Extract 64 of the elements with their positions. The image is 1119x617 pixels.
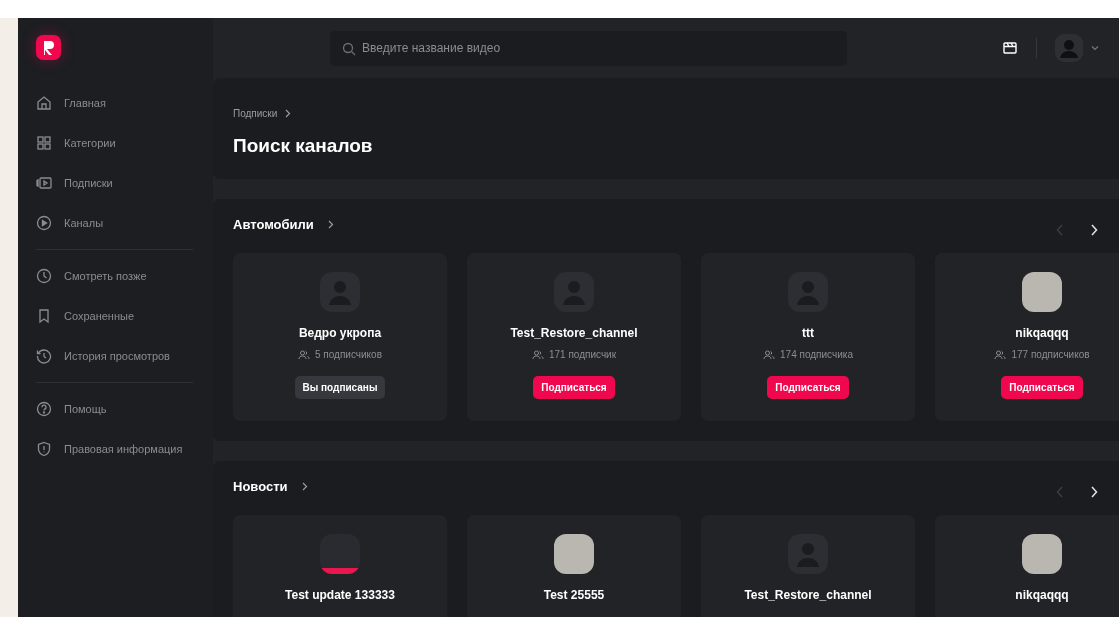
sidebar-item[interactable]: История просмотров	[36, 348, 193, 364]
history-icon	[36, 348, 52, 364]
channel-name: Test_Restore_channel	[744, 588, 872, 602]
chevron-icon	[327, 219, 334, 229]
sidebar-item[interactable]: Категории	[36, 135, 193, 151]
channel-card[interactable]: Test_Restore_channel	[701, 515, 915, 617]
channel-name: Test update 133333	[285, 588, 395, 602]
photo-placeholder	[554, 534, 594, 574]
people-icon	[298, 349, 310, 360]
page-title: Поиск каналов	[233, 135, 374, 157]
sidebar-item[interactable]: Каналы	[36, 215, 193, 231]
channel-card[interactable]: Test_Restore_channel 171 подписчик Подписаться	[467, 253, 681, 421]
subscriber-count: 171 подписчик	[548, 349, 617, 360]
sidebar-item[interactable]: Помощь	[36, 401, 193, 417]
clapperboard-icon[interactable]	[1002, 40, 1018, 56]
subscribe-button[interactable]: Подписаться	[767, 376, 849, 399]
channel-name: Test_Restore_channel	[510, 326, 638, 340]
section-title[interactable]: Новости	[233, 478, 288, 494]
photo-placeholder	[1022, 534, 1062, 574]
sidebar-item[interactable]: Подписки	[36, 175, 193, 191]
user-avatar-icon	[1055, 34, 1083, 62]
sidebar-item[interactable]: Главная	[36, 95, 193, 111]
people-icon	[531, 349, 544, 360]
chevron-icon	[285, 109, 292, 118]
chevron-icon	[301, 481, 308, 491]
channel-card[interactable]: Test 25555	[467, 515, 681, 617]
home-icon	[36, 95, 52, 111]
search-field[interactable]: Введите название видео	[330, 30, 847, 66]
help-icon	[36, 401, 52, 417]
clock-icon	[36, 268, 52, 284]
play-icon	[36, 215, 52, 231]
subscribe-button[interactable]: Подписаться	[1001, 376, 1083, 399]
sidebar-item[interactable]: Сохраненные	[36, 308, 193, 324]
breadcrumb-link[interactable]: Подписки	[233, 108, 278, 119]
grid-icon	[36, 135, 52, 151]
screenshot-thumbnail	[320, 534, 360, 574]
channel-name: ttt	[802, 326, 814, 340]
sidebar-item[interactable]: Смотреть позже	[36, 268, 193, 284]
channel-card[interactable]: nikqaqqq	[935, 515, 1119, 617]
subscribed-button[interactable]: Вы подписаны	[294, 376, 386, 399]
bookmark-icon	[36, 308, 52, 324]
subscriber-count: 177 подписчиков	[1011, 349, 1090, 360]
next-icon[interactable]	[1089, 485, 1099, 499]
channel-card[interactable]: Ведро укропа 5 подписчиков Вы подписаны	[233, 253, 447, 421]
channel-card[interactable]: nikqaqqq 177 подписчиков Подписаться	[935, 253, 1119, 421]
subscriber-count: 5 подписчиков	[315, 349, 382, 360]
channel-card[interactable]: Test update 133333	[233, 515, 447, 617]
subscriber-count: 174 подписчика	[780, 349, 853, 360]
people-icon	[994, 349, 1007, 360]
logo-icon[interactable]	[36, 35, 61, 60]
people-icon	[763, 349, 776, 360]
photo-placeholder	[1022, 272, 1062, 312]
channel-card[interactable]: ttt 174 подписчика Подписаться	[701, 253, 915, 421]
sidebar-item[interactable]: Правовая информация	[36, 441, 193, 457]
caret-icon	[1091, 45, 1099, 51]
search-icon	[342, 41, 356, 56]
section-title[interactable]: Автомобили	[233, 216, 314, 232]
channel-name: Test 25555	[543, 588, 605, 602]
channel-name: nikqaqqq	[1015, 326, 1069, 340]
shield-icon	[36, 441, 52, 457]
channel-name: Ведро укропа	[298, 326, 382, 340]
subscribe-button[interactable]: Подписаться	[533, 376, 615, 399]
next-icon[interactable]	[1089, 223, 1099, 237]
channel-name: nikqaqqq	[1015, 588, 1069, 602]
